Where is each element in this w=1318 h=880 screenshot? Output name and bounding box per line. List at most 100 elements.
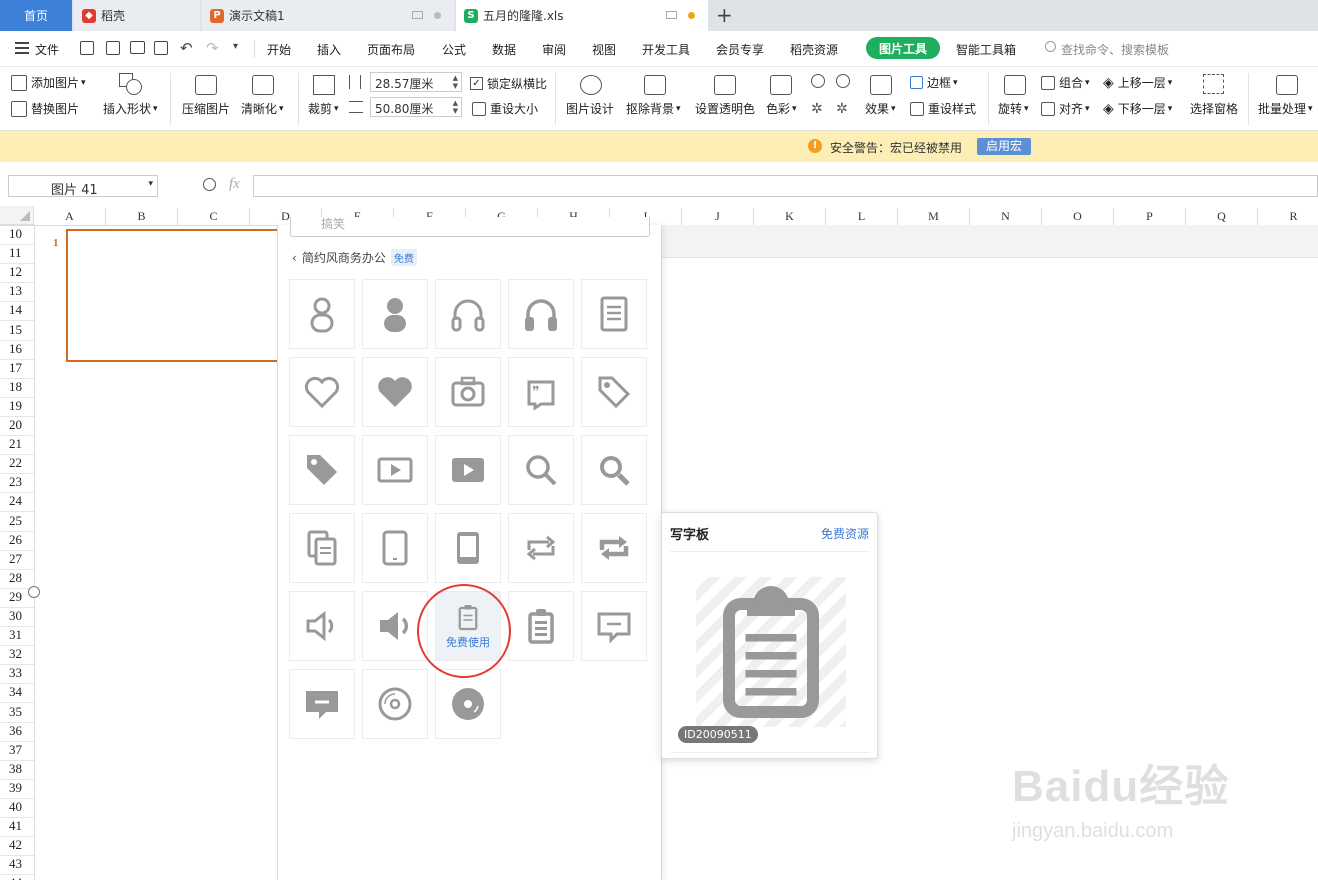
insert-shape-button[interactable]: 插入形状 ▾ <box>103 100 158 117</box>
column-header-n[interactable]: N <box>970 208 1042 225</box>
row-header-40[interactable]: 40 <box>0 799 34 818</box>
icon-tile-person-filled[interactable] <box>362 279 428 349</box>
icon-tile-tag-outline[interactable] <box>581 357 647 427</box>
icon-tile-copy-outline[interactable] <box>289 513 355 583</box>
monitor-icon[interactable] <box>666 11 677 19</box>
batch-process-icon[interactable] <box>1276 75 1298 95</box>
column-header-b[interactable]: B <box>106 208 178 225</box>
export-icon[interactable] <box>106 41 120 55</box>
row-header-12[interactable]: 12 <box>0 264 34 284</box>
row-header-22[interactable]: 22 <box>0 455 34 475</box>
shapes-icon[interactable] <box>119 73 143 95</box>
row-header-10[interactable]: 10 <box>0 226 34 245</box>
icon-tile-disc-filled[interactable] <box>435 669 501 739</box>
icon-tile-repeat-filled[interactable] <box>581 513 647 583</box>
crop-button[interactable]: 裁剪 ▾ <box>308 100 339 117</box>
monitor-icon[interactable] <box>412 11 423 19</box>
icon-tile-camera-outline[interactable] <box>435 357 501 427</box>
menu-developer[interactable]: 开发工具 <box>642 41 690 58</box>
column-header-r[interactable]: R <box>1258 208 1318 225</box>
row-header-23[interactable]: 23 <box>0 474 34 494</box>
compress-image-button[interactable]: 压缩图片 <box>182 100 230 117</box>
menu-smart-toolbox[interactable]: 智能工具箱 <box>956 41 1016 58</box>
tab-picture-tools[interactable]: 图片工具 <box>866 37 940 59</box>
menu-insert[interactable]: 插入 <box>317 41 341 58</box>
category-back-button[interactable]: ‹ 简约风商务办公 免费 <box>292 249 417 266</box>
row-header-18[interactable]: 18 <box>0 379 34 398</box>
icon-tile-headphones-filled[interactable] <box>508 279 574 349</box>
tab-home[interactable]: 首页 <box>0 0 72 31</box>
icon-tile-quote-outline[interactable]: ❞ <box>508 357 574 427</box>
selection-pane-icon[interactable] <box>1203 74 1224 94</box>
rotate-icon[interactable] <box>1004 75 1026 95</box>
command-search[interactable]: 查找命令、搜索模板 <box>1061 41 1169 58</box>
icon-tile-clipboard-filled[interactable] <box>508 591 574 661</box>
unsaved-dot-icon[interactable] <box>688 12 695 19</box>
icon-tile-disc-outline[interactable] <box>362 669 428 739</box>
icon-tile-play-filled[interactable] <box>435 435 501 505</box>
reset-size-button[interactable]: 重设大小 <box>472 100 538 117</box>
row-header-31[interactable]: 31 <box>0 627 34 647</box>
width-field[interactable]: 28.57厘米 ▲ ▼ <box>370 72 462 92</box>
remove-background-icon[interactable] <box>644 75 666 95</box>
row-header-36[interactable]: 36 <box>0 723 34 742</box>
row-header-26[interactable]: 26 <box>0 532 34 551</box>
remove-background-button[interactable]: 抠除背景 ▾ <box>626 100 681 117</box>
image-design-button[interactable]: 图片设计 <box>566 100 614 117</box>
column-header-c[interactable]: C <box>178 208 250 225</box>
icon-tile-chat-outline[interactable] <box>581 591 647 661</box>
bring-forward-button[interactable]: ◈ 上移一层 ▾ <box>1103 74 1172 91</box>
row-header-43[interactable]: 43 <box>0 856 34 876</box>
compress-image-icon[interactable] <box>195 75 217 95</box>
menu-file[interactable]: 文件 <box>35 41 59 58</box>
free-resource-link[interactable]: 免费资源 <box>821 525 869 542</box>
print-icon[interactable] <box>130 41 145 54</box>
row-header-30[interactable]: 30 <box>0 608 34 627</box>
tab-presentation[interactable]: P 演示文稿1 <box>202 0 454 31</box>
row-header-41[interactable]: 41 <box>0 818 34 838</box>
row-header-11[interactable]: 11 <box>0 245 34 265</box>
save-icon[interactable] <box>80 41 94 55</box>
function-icon[interactable]: fx <box>229 176 240 193</box>
panel-search-input[interactable]: 搞笑 <box>290 217 650 237</box>
batch-process-button[interactable]: 批量处理 ▾ <box>1258 100 1313 117</box>
column-header-o[interactable]: O <box>1042 208 1114 225</box>
icon-tile-heart-filled[interactable] <box>362 357 428 427</box>
close-dot-icon[interactable] <box>434 12 441 19</box>
row-header-44[interactable]: 44 <box>0 875 34 880</box>
menu-member[interactable]: 会员专享 <box>716 41 764 58</box>
row-header-19[interactable]: 19 <box>0 398 34 417</box>
add-image-button[interactable]: 添加图片 ▾ <box>11 74 86 91</box>
reset-style-button[interactable]: 重设样式 <box>910 100 976 117</box>
print-preview-icon[interactable] <box>154 41 168 55</box>
row-header-16[interactable]: 16 <box>0 341 34 360</box>
icon-tile-tablet-outline[interactable] <box>362 513 428 583</box>
row-header-42[interactable]: 42 <box>0 837 34 857</box>
row-header-21[interactable]: 21 <box>0 436 34 456</box>
selection-pane-button[interactable]: 选择窗格 <box>1190 100 1238 117</box>
menu-formula[interactable]: 公式 <box>442 41 466 58</box>
border-button[interactable]: 边框 ▾ <box>910 74 958 91</box>
menu-home[interactable]: 开始 <box>267 41 291 58</box>
replace-image-button[interactable]: 替换图片 <box>11 100 79 117</box>
row-header-27[interactable]: 27 <box>0 551 34 570</box>
chevron-down-icon[interactable]: ▾ <box>233 41 238 52</box>
column-header-a[interactable]: A <box>34 208 106 225</box>
menu-view[interactable]: 视图 <box>592 41 616 58</box>
icon-tile-tablet-filled[interactable] <box>435 513 501 583</box>
tab-spreadsheet[interactable]: S 五月的隆隆.xls <box>456 0 708 31</box>
image-design-icon[interactable] <box>580 75 602 95</box>
contrast-up-icon[interactable]: ✲ <box>811 101 823 117</box>
icon-tile-speaker-outline[interactable] <box>289 591 355 661</box>
redo-icon[interactable]: ↷ <box>206 39 219 57</box>
chevron-down-icon[interactable]: ▾ <box>148 179 153 189</box>
clarify-button[interactable]: 清晰化 ▾ <box>241 100 284 117</box>
brightness-up-icon[interactable] <box>811 74 825 88</box>
column-header-j[interactable]: J <box>682 208 754 225</box>
name-box[interactable]: 图片 41 ▾ <box>8 175 158 198</box>
search-icon[interactable] <box>1045 41 1056 52</box>
icon-tile-chat-filled[interactable] <box>289 669 355 739</box>
row-header-17[interactable]: 17 <box>0 360 34 379</box>
menu-data[interactable]: 数据 <box>492 41 516 58</box>
row-header-24[interactable]: 24 <box>0 493 34 513</box>
